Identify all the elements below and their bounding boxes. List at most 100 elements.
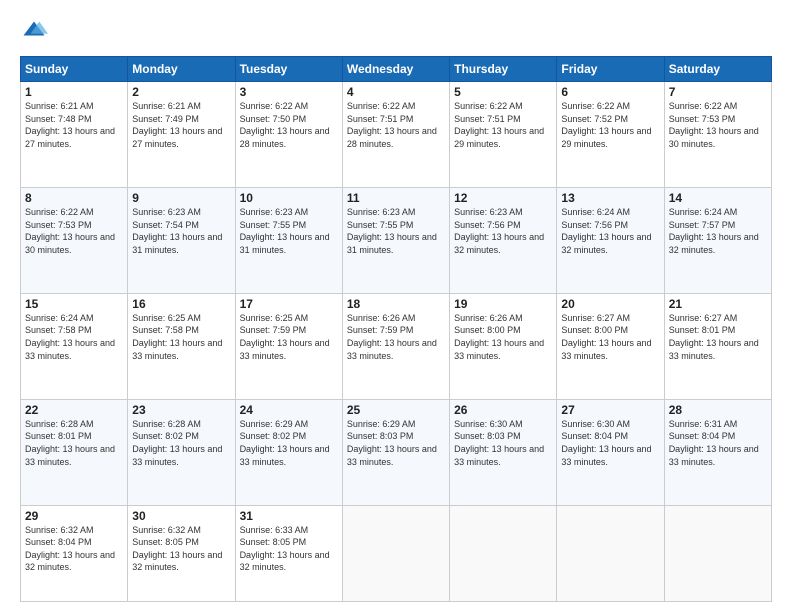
day-number: 23 bbox=[132, 403, 230, 417]
calendar-cell: 29 Sunrise: 6:32 AMSunset: 8:04 PMDaylig… bbox=[21, 505, 128, 601]
day-number: 11 bbox=[347, 191, 445, 205]
day-info: Sunrise: 6:23 AMSunset: 7:55 PMDaylight:… bbox=[347, 206, 445, 256]
day-number: 22 bbox=[25, 403, 123, 417]
day-info: Sunrise: 6:32 AMSunset: 8:04 PMDaylight:… bbox=[25, 524, 123, 574]
calendar-cell: 27 Sunrise: 6:30 AMSunset: 8:04 PMDaylig… bbox=[557, 399, 664, 505]
day-info: Sunrise: 6:25 AMSunset: 7:59 PMDaylight:… bbox=[240, 312, 338, 362]
week-row-3: 15 Sunrise: 6:24 AMSunset: 7:58 PMDaylig… bbox=[21, 293, 772, 399]
calendar-cell bbox=[450, 505, 557, 601]
day-info: Sunrise: 6:31 AMSunset: 8:04 PMDaylight:… bbox=[669, 418, 767, 468]
day-info: Sunrise: 6:22 AMSunset: 7:53 PMDaylight:… bbox=[25, 206, 123, 256]
calendar-cell: 16 Sunrise: 6:25 AMSunset: 7:58 PMDaylig… bbox=[128, 293, 235, 399]
day-number: 14 bbox=[669, 191, 767, 205]
day-info: Sunrise: 6:29 AMSunset: 8:03 PMDaylight:… bbox=[347, 418, 445, 468]
day-number: 3 bbox=[240, 85, 338, 99]
day-info: Sunrise: 6:28 AMSunset: 8:02 PMDaylight:… bbox=[132, 418, 230, 468]
day-number: 30 bbox=[132, 509, 230, 523]
day-number: 25 bbox=[347, 403, 445, 417]
day-number: 28 bbox=[669, 403, 767, 417]
weekday-saturday: Saturday bbox=[664, 57, 771, 82]
day-info: Sunrise: 6:26 AMSunset: 7:59 PMDaylight:… bbox=[347, 312, 445, 362]
day-info: Sunrise: 6:22 AMSunset: 7:51 PMDaylight:… bbox=[347, 100, 445, 150]
day-info: Sunrise: 6:30 AMSunset: 8:04 PMDaylight:… bbox=[561, 418, 659, 468]
calendar-cell: 1 Sunrise: 6:21 AMSunset: 7:48 PMDayligh… bbox=[21, 82, 128, 188]
calendar-cell: 13 Sunrise: 6:24 AMSunset: 7:56 PMDaylig… bbox=[557, 187, 664, 293]
day-number: 5 bbox=[454, 85, 552, 99]
day-number: 29 bbox=[25, 509, 123, 523]
day-info: Sunrise: 6:30 AMSunset: 8:03 PMDaylight:… bbox=[454, 418, 552, 468]
calendar: SundayMondayTuesdayWednesdayThursdayFrid… bbox=[20, 56, 772, 602]
weekday-sunday: Sunday bbox=[21, 57, 128, 82]
day-number: 8 bbox=[25, 191, 123, 205]
day-number: 13 bbox=[561, 191, 659, 205]
calendar-cell: 15 Sunrise: 6:24 AMSunset: 7:58 PMDaylig… bbox=[21, 293, 128, 399]
day-info: Sunrise: 6:27 AMSunset: 8:01 PMDaylight:… bbox=[669, 312, 767, 362]
logo bbox=[20, 18, 52, 46]
day-number: 6 bbox=[561, 85, 659, 99]
day-number: 4 bbox=[347, 85, 445, 99]
day-number: 7 bbox=[669, 85, 767, 99]
day-info: Sunrise: 6:26 AMSunset: 8:00 PMDaylight:… bbox=[454, 312, 552, 362]
calendar-cell: 5 Sunrise: 6:22 AMSunset: 7:51 PMDayligh… bbox=[450, 82, 557, 188]
page: SundayMondayTuesdayWednesdayThursdayFrid… bbox=[0, 0, 792, 612]
calendar-cell: 28 Sunrise: 6:31 AMSunset: 8:04 PMDaylig… bbox=[664, 399, 771, 505]
week-row-5: 29 Sunrise: 6:32 AMSunset: 8:04 PMDaylig… bbox=[21, 505, 772, 601]
day-number: 24 bbox=[240, 403, 338, 417]
day-number: 9 bbox=[132, 191, 230, 205]
week-row-1: 1 Sunrise: 6:21 AMSunset: 7:48 PMDayligh… bbox=[21, 82, 772, 188]
calendar-cell: 12 Sunrise: 6:23 AMSunset: 7:56 PMDaylig… bbox=[450, 187, 557, 293]
day-info: Sunrise: 6:24 AMSunset: 7:57 PMDaylight:… bbox=[669, 206, 767, 256]
day-number: 27 bbox=[561, 403, 659, 417]
day-number: 21 bbox=[669, 297, 767, 311]
weekday-thursday: Thursday bbox=[450, 57, 557, 82]
day-info: Sunrise: 6:24 AMSunset: 7:56 PMDaylight:… bbox=[561, 206, 659, 256]
logo-icon bbox=[20, 18, 48, 46]
day-number: 10 bbox=[240, 191, 338, 205]
day-number: 26 bbox=[454, 403, 552, 417]
calendar-cell: 19 Sunrise: 6:26 AMSunset: 8:00 PMDaylig… bbox=[450, 293, 557, 399]
week-row-4: 22 Sunrise: 6:28 AMSunset: 8:01 PMDaylig… bbox=[21, 399, 772, 505]
day-info: Sunrise: 6:32 AMSunset: 8:05 PMDaylight:… bbox=[132, 524, 230, 574]
day-number: 1 bbox=[25, 85, 123, 99]
calendar-cell: 18 Sunrise: 6:26 AMSunset: 7:59 PMDaylig… bbox=[342, 293, 449, 399]
day-number: 2 bbox=[132, 85, 230, 99]
calendar-cell bbox=[664, 505, 771, 601]
day-number: 31 bbox=[240, 509, 338, 523]
calendar-cell bbox=[557, 505, 664, 601]
weekday-monday: Monday bbox=[128, 57, 235, 82]
calendar-cell: 17 Sunrise: 6:25 AMSunset: 7:59 PMDaylig… bbox=[235, 293, 342, 399]
day-number: 16 bbox=[132, 297, 230, 311]
calendar-cell: 24 Sunrise: 6:29 AMSunset: 8:02 PMDaylig… bbox=[235, 399, 342, 505]
calendar-cell: 22 Sunrise: 6:28 AMSunset: 8:01 PMDaylig… bbox=[21, 399, 128, 505]
weekday-header-row: SundayMondayTuesdayWednesdayThursdayFrid… bbox=[21, 57, 772, 82]
weekday-tuesday: Tuesday bbox=[235, 57, 342, 82]
calendar-cell: 7 Sunrise: 6:22 AMSunset: 7:53 PMDayligh… bbox=[664, 82, 771, 188]
day-info: Sunrise: 6:22 AMSunset: 7:50 PMDaylight:… bbox=[240, 100, 338, 150]
calendar-cell: 14 Sunrise: 6:24 AMSunset: 7:57 PMDaylig… bbox=[664, 187, 771, 293]
day-number: 15 bbox=[25, 297, 123, 311]
calendar-cell: 8 Sunrise: 6:22 AMSunset: 7:53 PMDayligh… bbox=[21, 187, 128, 293]
day-info: Sunrise: 6:23 AMSunset: 7:54 PMDaylight:… bbox=[132, 206, 230, 256]
calendar-cell: 2 Sunrise: 6:21 AMSunset: 7:49 PMDayligh… bbox=[128, 82, 235, 188]
calendar-cell: 6 Sunrise: 6:22 AMSunset: 7:52 PMDayligh… bbox=[557, 82, 664, 188]
day-info: Sunrise: 6:28 AMSunset: 8:01 PMDaylight:… bbox=[25, 418, 123, 468]
day-number: 17 bbox=[240, 297, 338, 311]
day-info: Sunrise: 6:21 AMSunset: 7:49 PMDaylight:… bbox=[132, 100, 230, 150]
day-info: Sunrise: 6:27 AMSunset: 8:00 PMDaylight:… bbox=[561, 312, 659, 362]
day-info: Sunrise: 6:29 AMSunset: 8:02 PMDaylight:… bbox=[240, 418, 338, 468]
day-number: 20 bbox=[561, 297, 659, 311]
day-info: Sunrise: 6:23 AMSunset: 7:56 PMDaylight:… bbox=[454, 206, 552, 256]
day-number: 19 bbox=[454, 297, 552, 311]
day-info: Sunrise: 6:22 AMSunset: 7:51 PMDaylight:… bbox=[454, 100, 552, 150]
calendar-body: 1 Sunrise: 6:21 AMSunset: 7:48 PMDayligh… bbox=[21, 82, 772, 602]
calendar-cell: 25 Sunrise: 6:29 AMSunset: 8:03 PMDaylig… bbox=[342, 399, 449, 505]
weekday-wednesday: Wednesday bbox=[342, 57, 449, 82]
calendar-cell: 11 Sunrise: 6:23 AMSunset: 7:55 PMDaylig… bbox=[342, 187, 449, 293]
header bbox=[20, 18, 772, 46]
calendar-cell: 26 Sunrise: 6:30 AMSunset: 8:03 PMDaylig… bbox=[450, 399, 557, 505]
calendar-cell: 3 Sunrise: 6:22 AMSunset: 7:50 PMDayligh… bbox=[235, 82, 342, 188]
calendar-cell: 10 Sunrise: 6:23 AMSunset: 7:55 PMDaylig… bbox=[235, 187, 342, 293]
day-info: Sunrise: 6:23 AMSunset: 7:55 PMDaylight:… bbox=[240, 206, 338, 256]
calendar-cell: 4 Sunrise: 6:22 AMSunset: 7:51 PMDayligh… bbox=[342, 82, 449, 188]
day-info: Sunrise: 6:33 AMSunset: 8:05 PMDaylight:… bbox=[240, 524, 338, 574]
